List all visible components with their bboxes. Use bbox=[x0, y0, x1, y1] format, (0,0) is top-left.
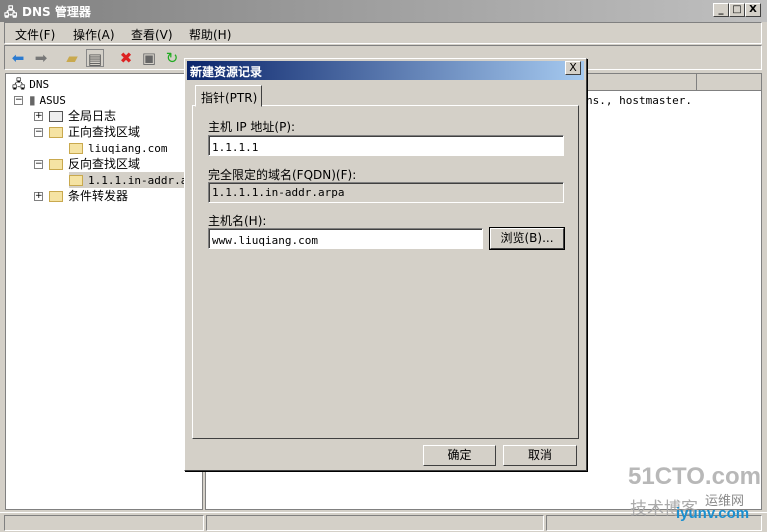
collapse-icon[interactable]: − bbox=[34, 160, 43, 169]
dns-app-icon: 🖧 bbox=[4, 5, 18, 19]
new-resource-record-dialog: 新建资源记录 X 指针(PTR) 主机 IP 地址(P): 完全限定的域名(FQ… bbox=[184, 58, 587, 471]
zone-icon bbox=[69, 175, 83, 186]
tree-item-reverse-zone-1[interactable]: 1.1.1.in-addr.ar bbox=[69, 172, 199, 188]
dialog-close-button[interactable]: X bbox=[565, 61, 581, 75]
menu-action[interactable]: 操作(A) bbox=[73, 26, 115, 43]
tab-panel: 主机 IP 地址(P): 完全限定的域名(FQDN)(F): 1.1.1.1.i… bbox=[192, 105, 579, 439]
browse-button[interactable]: 浏览(B)... bbox=[490, 228, 564, 249]
ok-button[interactable]: 确定 bbox=[423, 445, 496, 466]
fqdn-label: 完全限定的域名(FQDN)(F): bbox=[208, 168, 357, 182]
back-icon[interactable]: ⬅ bbox=[9, 49, 27, 67]
tab-ptr[interactable]: 指针(PTR) bbox=[195, 85, 262, 107]
collapse-icon[interactable]: − bbox=[14, 96, 23, 105]
expand-icon[interactable]: + bbox=[34, 192, 43, 201]
tree-item-dns[interactable]: 🖧 DNS bbox=[12, 76, 49, 92]
minimize-button[interactable]: _ bbox=[713, 3, 729, 17]
menu-file[interactable]: 文件(F) bbox=[15, 26, 55, 43]
show-hide-tree-icon[interactable]: ▤ bbox=[86, 49, 104, 68]
tree-item-server[interactable]: − ▮ ASUS bbox=[14, 92, 66, 108]
ip-address-input[interactable] bbox=[208, 135, 564, 156]
tree-item-conditional-forwarders[interactable]: + 条件转发器 bbox=[34, 188, 128, 204]
folder-icon bbox=[49, 159, 63, 170]
fqdn-field: 1.1.1.1.in-addr.arpa bbox=[208, 182, 564, 203]
host-name-input[interactable] bbox=[208, 228, 483, 249]
maximize-button[interactable]: □ bbox=[729, 3, 745, 17]
tree-item-forward-zones[interactable]: − 正向查找区域 bbox=[34, 124, 140, 140]
folder-icon bbox=[49, 127, 63, 138]
refresh-icon[interactable]: ↻ bbox=[163, 49, 181, 67]
folder-icon bbox=[49, 191, 63, 202]
menu-bar: 文件(F) 操作(A) 查看(V) 帮助(H) bbox=[4, 22, 762, 44]
dns-icon: 🖧 bbox=[12, 77, 26, 91]
zone-icon bbox=[69, 143, 83, 154]
delete-icon[interactable]: ✖ bbox=[117, 49, 135, 67]
forward-icon[interactable]: ➡ bbox=[32, 49, 50, 67]
tree-item-global-logs[interactable]: + 全局日志 bbox=[34, 108, 116, 124]
tree-pane: 🖧 DNS − ▮ ASUS + 全局日志 − 正向查找区域 liuqiang.com… bbox=[5, 73, 203, 510]
close-button[interactable]: X bbox=[745, 3, 761, 17]
watermark-url: iyunv.com bbox=[676, 505, 750, 522]
ip-label: 主机 IP 地址(P): bbox=[208, 120, 296, 134]
up-folder-icon[interactable]: ▰ bbox=[63, 49, 81, 67]
properties-icon[interactable]: ▣ bbox=[140, 49, 158, 67]
tree-item-zone-liuqiang[interactable]: liuqiang.com bbox=[69, 140, 167, 156]
window-title: DNS 管理器 bbox=[22, 5, 91, 19]
menu-help[interactable]: 帮助(H) bbox=[189, 26, 231, 43]
menu-view[interactable]: 查看(V) bbox=[131, 26, 173, 43]
server-icon: ▮ bbox=[29, 93, 36, 107]
collapse-icon[interactable]: − bbox=[34, 128, 43, 137]
cancel-button[interactable]: 取消 bbox=[503, 445, 577, 466]
tree-item-reverse-zones[interactable]: − 反向查找区域 bbox=[34, 156, 140, 172]
dialog-title: 新建资源记录 bbox=[187, 61, 584, 80]
record-data-text: ns., hostmaster. bbox=[586, 94, 692, 107]
host-label: 主机名(H): bbox=[208, 214, 267, 228]
expand-icon[interactable]: + bbox=[34, 112, 43, 121]
log-icon bbox=[49, 111, 63, 122]
window-title-bar: 🖧 DNS 管理器 bbox=[0, 0, 767, 22]
watermark-logo: 51CTO.com bbox=[628, 463, 761, 490]
